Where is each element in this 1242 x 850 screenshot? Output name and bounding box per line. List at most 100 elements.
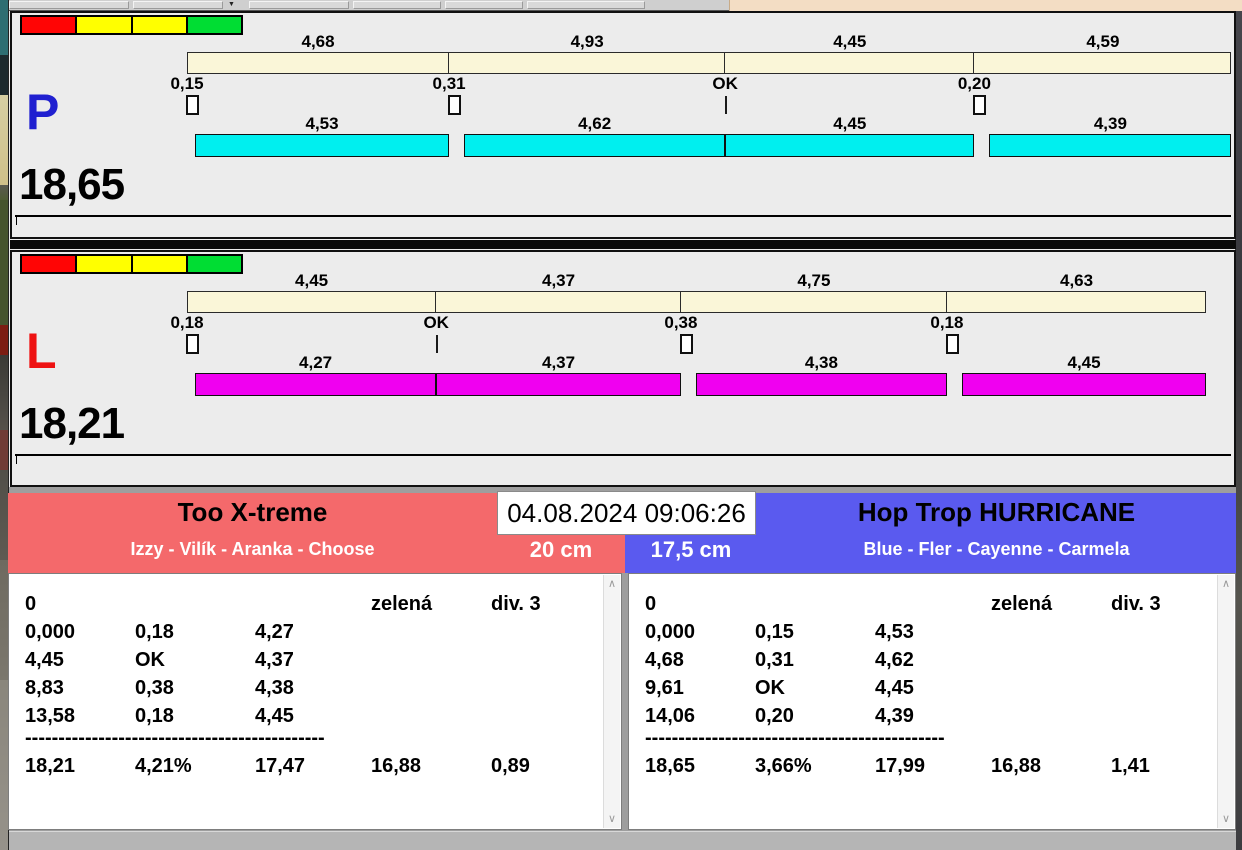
table-scrollbar[interactable]: ∧ ∨ bbox=[1217, 575, 1234, 828]
toolbar-button[interactable] bbox=[527, 1, 645, 9]
scale-color-cell bbox=[77, 17, 132, 33]
table-cell: 4,37 bbox=[255, 646, 294, 674]
table-cell: 0 bbox=[645, 590, 656, 618]
team-members: Izzy - Vilík - Aranka - Choose bbox=[8, 539, 497, 560]
segment-bar-top bbox=[973, 52, 1231, 74]
lane-rule-notch bbox=[16, 456, 17, 464]
toolbar-button[interactable] bbox=[249, 1, 349, 9]
lane-total-time: 18,21 bbox=[19, 402, 124, 446]
table-row: 4,680,314,62 bbox=[629, 646, 1216, 674]
toolbar-button[interactable] bbox=[9, 1, 129, 9]
split-ok-tick bbox=[725, 96, 727, 114]
table-cell: 4,45 bbox=[25, 646, 64, 674]
split-value-label: OK bbox=[406, 315, 466, 331]
segment-time-top-label: 4,63 bbox=[947, 273, 1206, 289]
table-cell: zelená bbox=[991, 590, 1052, 618]
table-separator-row: ----------------------------------------… bbox=[645, 726, 945, 750]
table-separator-row: ----------------------------------------… bbox=[25, 726, 325, 750]
table-cell: 18,65 bbox=[645, 752, 695, 780]
table-rows: 0zelenádiv. 30,0000,154,534,680,314,629,… bbox=[629, 574, 1216, 829]
lane-letter: P bbox=[26, 87, 59, 137]
segment-bar-bottom bbox=[436, 373, 681, 396]
segment-bar-top bbox=[448, 52, 725, 74]
table-row: 0 zelená div. 3 bbox=[9, 590, 602, 618]
segment-time-bottom-label: 4,37 bbox=[436, 355, 681, 371]
dropdown-arrow-icon[interactable]: ▼ bbox=[228, 0, 235, 10]
segment-bar-top bbox=[187, 291, 436, 313]
table-cell: 17,47 bbox=[255, 752, 305, 780]
scroll-up-icon[interactable]: ∧ bbox=[604, 577, 620, 591]
segment-time-top-label: 4,93 bbox=[449, 34, 725, 50]
team-name: Too X-treme bbox=[8, 497, 497, 528]
split-indicator-box bbox=[186, 334, 199, 354]
lane-total-time: 18,65 bbox=[19, 163, 124, 207]
table-cell: 18,21 bbox=[25, 752, 75, 780]
table-cell: 4,68 bbox=[645, 646, 684, 674]
table-cell: 0,38 bbox=[135, 674, 174, 702]
table-cell: 0 bbox=[25, 590, 36, 618]
split-value-label: 0,38 bbox=[651, 315, 711, 331]
split-ok-tick bbox=[436, 335, 438, 353]
segment-time-bottom-label: 4,27 bbox=[195, 355, 436, 371]
table-totals-row: 18,653,66%17,9916,881,41 bbox=[629, 752, 1216, 780]
table-cell: div. 3 bbox=[491, 590, 541, 618]
run-results-table-right[interactable]: 0zelenádiv. 30,0000,154,534,680,314,629,… bbox=[628, 573, 1236, 830]
scale-color-cell bbox=[22, 17, 77, 33]
segment-bar-bottom bbox=[195, 134, 449, 157]
toolbar-button[interactable] bbox=[445, 1, 523, 9]
scale-color-cell bbox=[133, 256, 188, 272]
split-indicator-box bbox=[680, 334, 693, 354]
lane-panel-left-dog: L 18,21 4,450,184,274,37OK4,374,750,384,… bbox=[10, 250, 1236, 487]
table-cell: 4,62 bbox=[875, 646, 914, 674]
segment-bar-bottom bbox=[195, 373, 436, 396]
segment-time-bottom-label: 4,45 bbox=[962, 355, 1206, 371]
table-cell: 0,15 bbox=[755, 618, 794, 646]
lane-rule-notch bbox=[16, 217, 17, 225]
toolbar-button[interactable] bbox=[353, 1, 441, 9]
scroll-down-icon[interactable]: ∨ bbox=[1218, 812, 1234, 826]
toolbar-button[interactable] bbox=[133, 1, 223, 9]
table-row: 0,0000,184,27 bbox=[9, 618, 602, 646]
segment-bar-bottom bbox=[464, 134, 725, 157]
table-cell: 1,41 bbox=[1111, 752, 1150, 780]
table-cell: zelená bbox=[371, 590, 432, 618]
split-value-label: 0,20 bbox=[944, 76, 1004, 92]
table-cell: 4,21% bbox=[135, 752, 192, 780]
split-value-label: 0,18 bbox=[917, 315, 977, 331]
split-indicator-box bbox=[946, 334, 959, 354]
segment-bar-bottom bbox=[962, 373, 1206, 396]
table-cell: 0,000 bbox=[25, 618, 75, 646]
table-rows: 0zelenádiv. 30,0000,184,274,45OK4,378,83… bbox=[9, 574, 602, 829]
segment-bar-top bbox=[946, 291, 1206, 313]
top-toolbar-strip: ▼ bbox=[9, 0, 1242, 11]
table-cell: 0,000 bbox=[645, 618, 695, 646]
datetime-display: 04.08.2024 09:06:26 bbox=[497, 491, 756, 535]
table-cell: 0,18 bbox=[135, 618, 174, 646]
table-cell: 16,88 bbox=[371, 752, 421, 780]
segment-time-bottom-label: 4,53 bbox=[195, 116, 449, 132]
lane-panel-right-dog: P 18,65 4,680,154,534,930,314,624,45OK4,… bbox=[10, 11, 1236, 239]
segment-time-top-label: 4,68 bbox=[187, 34, 449, 50]
scale-color-cell bbox=[77, 256, 132, 272]
table-cell: 9,61 bbox=[645, 674, 684, 702]
jump-height-badge: 20 cm bbox=[497, 537, 625, 563]
table-cell: div. 3 bbox=[1111, 590, 1161, 618]
run-results-table-left[interactable]: 0zelenádiv. 30,0000,184,274,45OK4,378,83… bbox=[8, 573, 622, 830]
table-row: 0 zelená div. 3 bbox=[629, 590, 1216, 618]
split-value-label: 0,31 bbox=[419, 76, 479, 92]
table-cell: 4,45 bbox=[875, 674, 914, 702]
table-cell: 0,89 bbox=[491, 752, 530, 780]
scroll-up-icon[interactable]: ∧ bbox=[1218, 577, 1234, 591]
segment-time-top-label: 4,75 bbox=[681, 273, 947, 289]
table-cell: 3,66% bbox=[755, 752, 812, 780]
jump-height-badge: 17,5 cm bbox=[625, 537, 757, 563]
scroll-down-icon[interactable]: ∨ bbox=[604, 812, 620, 826]
table-cell: 17,99 bbox=[875, 752, 925, 780]
table-row: 8,830,384,38 bbox=[9, 674, 602, 702]
segment-time-top-label: 4,45 bbox=[725, 34, 974, 50]
segment-bar-top bbox=[724, 52, 974, 74]
lane-divider-rule bbox=[15, 454, 1231, 456]
lane-bars-area: 4,450,184,274,37OK4,374,750,384,384,630,… bbox=[187, 252, 1237, 417]
table-scrollbar[interactable]: ∧ ∨ bbox=[603, 575, 620, 828]
table-cell: 4,38 bbox=[255, 674, 294, 702]
